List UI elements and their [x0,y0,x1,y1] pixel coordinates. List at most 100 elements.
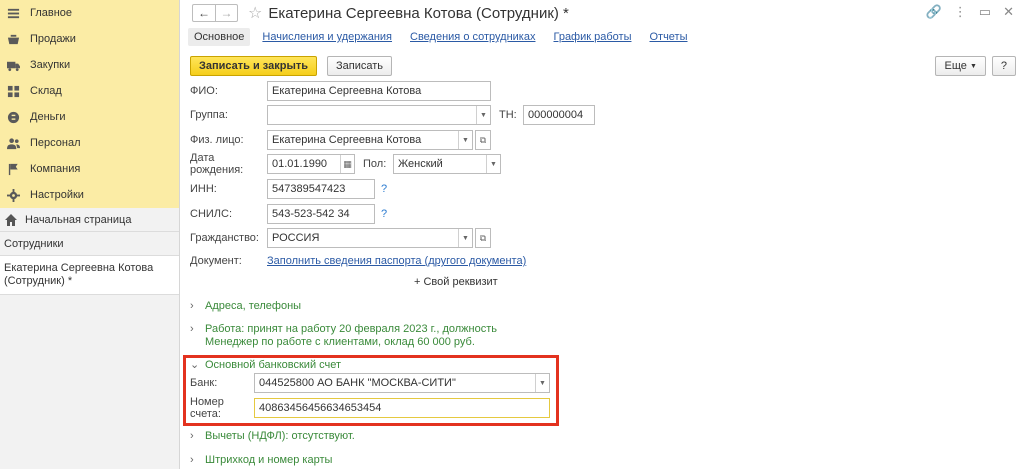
basket-icon [6,32,20,46]
tab-accruals[interactable]: Начисления и удержания [256,28,398,46]
section-label: Деньги [30,111,66,123]
section-main[interactable]: Главное [0,0,179,26]
sex-label: Пол: [363,158,387,170]
save-button[interactable]: Записать [327,56,393,76]
birth-label: Дата рождения: [190,152,244,176]
nav-employees-label: Сотрудники [4,237,64,250]
form-tabs: Основное Начисления и удержания Сведения… [188,27,700,47]
tab-main[interactable]: Основное [188,28,251,46]
tn-field[interactable]: 000000004 [523,105,595,125]
window-controls: 🔗 ⋮ ▭ ✕ [926,4,1014,20]
open-icon[interactable]: ⧉ [475,130,491,150]
group-row: Группа: ▼ ТН: 000000004 [190,105,595,125]
people-icon [6,136,20,150]
fio-value: Екатерина Сергеевна Котова [272,85,422,97]
section-label: Персонал [30,137,81,149]
snils-value: 543-523-542 34 [272,208,350,220]
tab-employee-info[interactable]: Сведения о сотрудниках [404,28,541,46]
group-work[interactable]: › Работа: принят на работу 20 февраля 20… [190,323,497,349]
group-barcode[interactable]: › Штрихкод и номер карты [190,454,332,467]
more-icon[interactable]: ⋮ [954,4,967,20]
dropdown-icon[interactable]: ▼ [486,155,500,173]
forward-button[interactable]: → [215,5,237,21]
more-button[interactable]: Еще ▼ [935,56,986,76]
nav-home-label: Начальная страница [25,213,132,226]
help-button[interactable]: ? [991,56,1016,76]
group-work-text: Работа: принят на работу 20 февраля 2023… [205,323,497,349]
chevron-right-icon: › [190,430,194,442]
section-warehouse[interactable]: Склад [0,78,179,104]
person-row: Физ. лицо: Екатерина Сергеевна Котова ▼ ⧉ [190,130,491,150]
tn-label: ТН: [499,109,517,121]
group-field[interactable]: ▼ [267,105,491,125]
flag-icon [6,162,20,176]
dropdown-icon[interactable]: ▼ [458,229,472,247]
fill-passport-link[interactable]: Заполнить сведения паспорта (другого док… [267,255,526,267]
own-attr-row: + Свой реквизит [414,272,498,292]
group-label: Группа: [190,109,228,121]
more-label: Еще [944,60,967,72]
section-purchases[interactable]: Закупки [0,52,179,78]
inn-row: ИНН: 547389547423 ? [190,179,387,199]
section-personnel[interactable]: Персонал [0,130,179,156]
dropdown-icon[interactable]: ▼ [458,131,472,149]
money-icon [6,110,20,124]
fio-field[interactable]: Екатерина Сергеевна Котова [267,81,491,101]
sex-field[interactable]: Женский ▼ [393,154,501,174]
open-icon[interactable]: ⧉ [475,228,491,248]
group-addresses[interactable]: › Адреса, телефоны [190,300,301,313]
section-label: Главное [30,7,73,19]
add-own-attribute-button[interactable]: + Свой реквизит [414,276,498,288]
page-title: Екатерина Сергеевна Котова (Сотрудник) * [268,4,569,22]
fio-row: ФИО: Екатерина Сергеевна Котова [190,81,491,101]
save-and-close-button[interactable]: Записать и закрыть [190,56,318,76]
sections-panel: Главное Продажи Закупки Склад Деньги Пер… [0,0,179,208]
section-sales[interactable]: Продажи [0,26,179,52]
close-icon[interactable]: ✕ [1003,4,1014,20]
snils-label: СНИЛС: [190,208,233,220]
maximize-icon[interactable]: ▭ [979,4,991,20]
grid-icon [6,84,20,98]
birth-row: Дата рождения: 01.01.1990 ▦ Пол: Женский ▼ [190,152,501,176]
nav-open-document[interactable]: Екатерина Сергеевна Котова (Сотрудник) * [0,256,179,295]
back-button[interactable]: ← [193,5,215,21]
chevron-right-icon: › [190,454,194,466]
person-field[interactable]: Екатерина Сергеевна Котова ▼ [267,130,473,150]
section-label: Закупки [30,59,71,71]
tab-schedule[interactable]: График работы [547,28,637,46]
nav-open-document-label: Екатерина Сергеевна Котова (Сотрудник) * [4,262,154,287]
toolbar: Записать и закрыть Записать [190,56,393,76]
inn-field[interactable]: 547389547423 [267,179,375,199]
document-row: Документ: Заполнить сведения паспорта (д… [190,251,526,271]
section-settings[interactable]: Настройки [0,182,179,208]
favorite-star-icon[interactable]: ☆ [248,3,262,23]
section-company[interactable]: Компания [0,156,179,182]
document-label: Документ: [190,255,242,267]
link-icon[interactable]: 🔗 [926,4,942,20]
calendar-icon[interactable]: ▦ [340,155,354,173]
titlebar: ← → ☆ Екатерина Сергеевна Котова (Сотруд… [192,3,569,23]
section-label: Склад [30,85,62,97]
person-value: Екатерина Сергеевна Котова [272,134,422,146]
snils-field[interactable]: 543-523-542 34 [267,204,375,224]
nav-home[interactable]: Начальная страница [0,208,179,232]
inn-help-icon[interactable]: ? [381,183,387,195]
home-icon [5,213,25,226]
tab-reports[interactable]: Отчеты [643,28,693,46]
citizenship-field[interactable]: РОССИЯ ▼ [267,228,473,248]
birth-field[interactable]: 01.01.1990 ▦ [267,154,355,174]
person-label: Физ. лицо: [190,134,244,146]
section-money[interactable]: Деньги [0,104,179,130]
group-addresses-label: Адреса, телефоны [205,300,302,312]
group-deductions[interactable]: › Вычеты (НДФЛ): отсутствуют. [190,430,355,443]
highlight-box [183,355,559,426]
birth-value: 01.01.1990 [272,158,328,170]
fio-label: ФИО: [190,85,218,97]
snils-help-icon[interactable]: ? [381,208,387,220]
nav-employees[interactable]: Сотрудники [0,232,179,256]
dropdown-icon[interactable]: ▼ [476,106,490,124]
menu-icon [6,6,20,20]
citizenship-row: Гражданство: РОССИЯ ▼ ⧉ [190,228,491,248]
work-line1: Работа: принят на работу 20 февраля 2023… [205,323,497,335]
chevron-right-icon: › [190,300,194,312]
